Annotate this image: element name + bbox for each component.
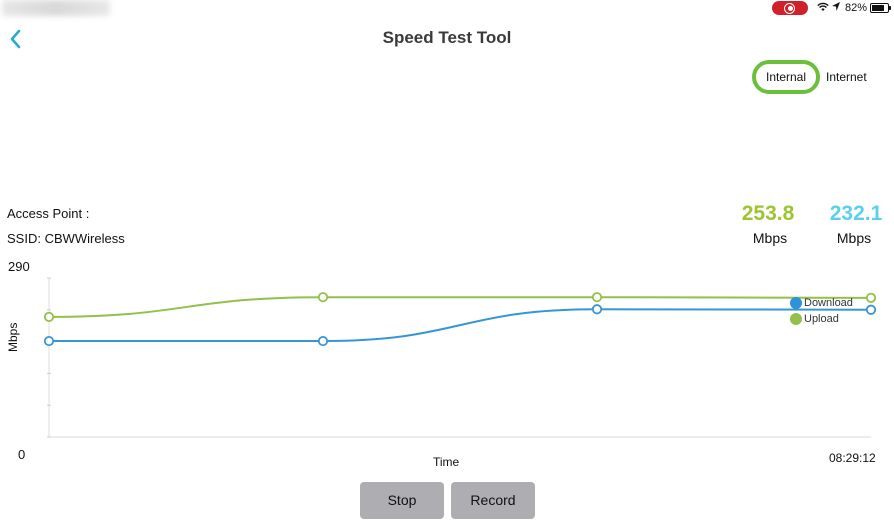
carrier-info xyxy=(2,0,110,16)
access-point-label: Access Point : xyxy=(7,206,90,221)
x-axis-end-time: 08:29:12 xyxy=(829,451,876,465)
data-point-download xyxy=(591,304,603,315)
battery-tip xyxy=(889,6,891,10)
tab-internet[interactable]: Internet xyxy=(826,60,867,94)
ssid-label: SSID: CBWWireless xyxy=(7,231,125,246)
screen-recording-icon[interactable] xyxy=(772,1,808,15)
legend-label-upload: Upload xyxy=(804,313,839,325)
legend-dot-upload xyxy=(790,313,802,325)
download-speed-unit: Mbps xyxy=(836,230,872,246)
legend-dot-download xyxy=(790,297,802,309)
data-point-download xyxy=(43,335,55,347)
data-point-download xyxy=(865,304,877,315)
legend-item-download: Download xyxy=(790,297,853,309)
battery-level xyxy=(872,5,885,11)
data-point-upload xyxy=(43,311,55,323)
upload-speed-unit: Mbps xyxy=(752,230,788,246)
download-speed-value: 232.1 xyxy=(829,202,883,225)
speed-chart xyxy=(43,277,877,438)
record-button[interactable]: Record xyxy=(451,482,535,519)
x-axis-title: Time xyxy=(433,455,460,469)
legend-item-upload: Upload xyxy=(790,313,853,325)
battery-icon xyxy=(870,3,889,13)
battery-percent: 82% xyxy=(845,2,868,14)
location-arrow-icon xyxy=(831,1,841,15)
page-title: Speed Test Tool xyxy=(382,28,512,47)
data-point-upload xyxy=(865,292,877,303)
data-point-upload xyxy=(591,292,603,303)
series-line-download xyxy=(49,308,872,343)
wifi-icon xyxy=(817,2,829,15)
stop-button[interactable]: Stop xyxy=(360,482,444,519)
data-point-upload xyxy=(317,292,329,303)
chart-legend: Download Upload xyxy=(790,297,853,325)
upload-speed-value: 253.8 xyxy=(741,202,795,225)
legend-label-download: Download xyxy=(804,297,853,309)
data-point-download xyxy=(317,335,329,347)
tab-internal[interactable]: Internal xyxy=(752,60,820,94)
series-line-upload xyxy=(48,296,872,318)
